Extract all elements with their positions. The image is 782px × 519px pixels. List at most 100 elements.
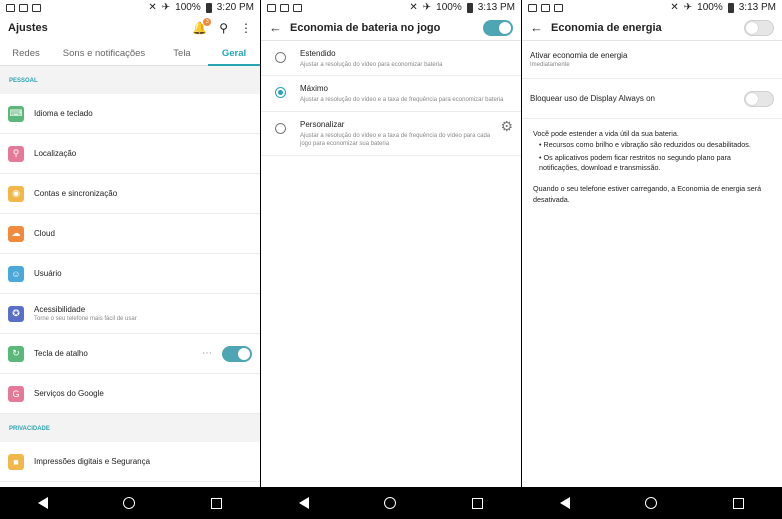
more-options-icon[interactable]: ⋮	[240, 21, 252, 35]
more-icon[interactable]: ⋯	[202, 348, 212, 359]
search-icon[interactable]: ⚲	[219, 21, 228, 35]
airplane-icon: ✈	[422, 1, 432, 13]
option-label: Máximo	[300, 84, 329, 94]
battery-icon	[727, 2, 734, 13]
back-icon[interactable]	[37, 497, 48, 509]
option-maximo[interactable]: Máximo Ajustar a resolução do vídeo e a t…	[261, 76, 521, 112]
three-screenshots: ✕ ✈ 100% 3:20 PM Ajustes 🔔 3 ⚲ ⋮ Redes So…	[0, 0, 782, 519]
recents-icon[interactable]	[733, 497, 745, 509]
game-battery-toggle[interactable]	[483, 19, 513, 36]
account-icon: ◉	[8, 185, 24, 202]
settings-item-label: Idioma e teclado	[34, 109, 93, 118]
gallery-icon	[541, 3, 550, 12]
nav-bar	[522, 487, 782, 519]
recents-icon[interactable]	[472, 497, 484, 509]
radio-personalizar[interactable]	[275, 122, 286, 134]
home-icon[interactable]	[645, 497, 658, 509]
radio-maximo[interactable]	[275, 87, 286, 99]
photo-icon	[554, 3, 563, 12]
settings-item-label: Acessibilidade	[34, 305, 86, 314]
tab-bar: Redes Sons e notificações Tela Geral	[0, 41, 260, 66]
back-icon[interactable]	[559, 497, 570, 509]
notifications-icon[interactable]: 🔔 3	[192, 18, 212, 35]
home-icon[interactable]	[384, 497, 397, 509]
mute-icon: ✕	[670, 1, 679, 13]
option-label: Personalizar	[300, 119, 345, 129]
option-desc: Ajustar a resolução do vídeo e a taxa de…	[300, 132, 491, 148]
tab-sons[interactable]: Sons e notificações	[52, 41, 156, 66]
option-estendido[interactable]: Estendido Ajustar a resolução do vídeo pa…	[261, 41, 521, 77]
settings-item[interactable]: G Serviços do Google	[0, 374, 260, 414]
settings-item[interactable]: ↻ Tecla de atalho ⋯	[0, 334, 260, 374]
activate-power-saving-row[interactable]: Ativar economia de energia Imediatamente	[522, 41, 782, 79]
airplane-icon: ✈	[161, 1, 171, 13]
photo-icon	[32, 3, 41, 12]
status-bar: ✕ ✈ 100% 3:20 PM	[0, 0, 260, 15]
settings-item-label: Cloud	[34, 229, 55, 238]
nav-bar	[0, 487, 260, 519]
airplane-icon: ✈	[683, 1, 693, 13]
recents-icon[interactable]	[211, 497, 223, 509]
gear-icon[interactable]: ⚙	[500, 118, 513, 135]
settings-item[interactable]: ☁ Cloud	[0, 214, 260, 254]
settings-item-label: Tecla de atalho	[34, 349, 88, 358]
mute-icon: ✕	[409, 1, 418, 13]
setting-label: Ativar economia de energia	[530, 51, 628, 60]
image-icon	[6, 3, 15, 12]
shortcut-toggle[interactable]	[222, 345, 252, 362]
radio-estendido[interactable]	[275, 52, 286, 63]
clock: 3:20 PM	[216, 1, 254, 13]
notification-badge: 3	[203, 18, 212, 26]
settings-item-label: Contas e sincronização	[34, 189, 118, 198]
settings-item-sub: Torne o seu telefone mais fácil de usar	[34, 316, 137, 322]
setting-sub: Imediatamente	[530, 62, 570, 68]
battery-icon	[466, 2, 473, 13]
battery-percent: 100%	[175, 1, 201, 13]
back-icon[interactable]	[298, 497, 309, 509]
status-bar: ✕ ✈ 100% 3:13 PM	[261, 0, 521, 15]
gallery-icon	[280, 3, 289, 12]
gallery-icon	[19, 3, 28, 12]
game-battery-screen: ✕ ✈ 100% 3:13 PM ← Economia de bateria n…	[261, 0, 521, 519]
settings-item[interactable]: ☺ Usuário	[0, 254, 260, 294]
info-bullet: • Recursos como brilho e vibração são re…	[539, 139, 751, 149]
settings-item-security[interactable]: ■ Impressões digitais e Segurança	[0, 442, 260, 482]
app-bar: ← Economia de bateria no jogo	[261, 15, 521, 41]
cloud-icon: ☁	[8, 225, 24, 242]
tab-tela[interactable]: Tela	[156, 41, 208, 66]
settings-item-label: Serviços do Google	[34, 389, 104, 398]
info-outro: Quando o seu telefone estiver carregando…	[533, 184, 762, 204]
user-icon: ☺	[8, 265, 24, 282]
settings-screen: ✕ ✈ 100% 3:20 PM Ajustes 🔔 3 ⚲ ⋮ Redes So…	[0, 0, 260, 519]
block-aod-row[interactable]: Bloquear uso de Display Always on	[522, 79, 782, 119]
page-title: Ajustes	[8, 22, 48, 34]
option-desc: Ajustar a resolução do vídeo e a taxa de…	[300, 97, 504, 104]
tab-redes[interactable]: Redes	[0, 41, 52, 66]
option-personalizar[interactable]: Personalizar Ajustar a resolução do vídeo…	[261, 112, 521, 156]
option-label: Estendido	[300, 49, 336, 58]
option-desc: Ajustar a resolução do vídeo para econom…	[300, 62, 443, 68]
settings-item[interactable]: ⚲ Localização	[0, 134, 260, 174]
back-arrow-icon[interactable]: ←	[530, 20, 543, 35]
accessibility-icon: ✪	[8, 305, 24, 322]
status-bar: ✕ ✈ 100% 3:13 PM	[522, 0, 782, 15]
shortcut-icon: ↻	[8, 345, 24, 362]
page-title: Economia de bateria no jogo	[290, 21, 441, 34]
home-icon[interactable]	[123, 497, 136, 509]
settings-item[interactable]: ⌨ Idioma e teclado	[0, 94, 260, 134]
nav-bar	[261, 487, 521, 519]
aod-toggle[interactable]	[744, 90, 774, 107]
settings-item[interactable]: ✪ Acessibilidade Torne o seu telefone mais…	[0, 294, 260, 334]
clock: 3:13 PM	[477, 1, 515, 13]
keyboard-icon: ⌨	[8, 105, 24, 122]
info-text: Você pode estender a vida útil da sua ba…	[522, 129, 782, 206]
app-bar: Ajustes 🔔 3 ⚲ ⋮	[0, 15, 260, 41]
power-saving-toggle[interactable]	[744, 19, 774, 36]
app-bar: ← Economia de energia	[522, 15, 782, 41]
settings-item-label: Localização	[34, 149, 77, 158]
back-arrow-icon[interactable]: ←	[269, 20, 282, 35]
tab-geral[interactable]: Geral	[208, 41, 260, 66]
settings-item[interactable]: ◉ Contas e sincronização	[0, 174, 260, 214]
settings-item-label: Usuário	[34, 269, 62, 278]
setting-label: Bloquear uso de Display Always on	[530, 94, 655, 103]
